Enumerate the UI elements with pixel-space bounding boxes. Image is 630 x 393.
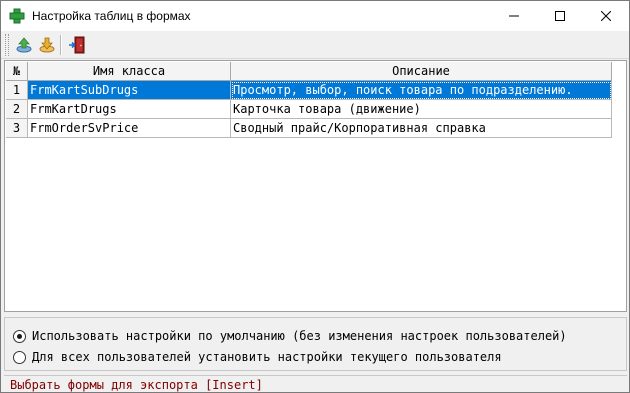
- class-name-cell[interactable]: FrmOrderSvPrice: [28, 119, 231, 138]
- toolbar-separator: [60, 35, 62, 55]
- apply-current-user-label[interactable]: Для всех пользователей установить настро…: [32, 350, 502, 364]
- column-header-number[interactable]: №: [6, 62, 28, 81]
- description-cell[interactable]: Просмотр, выбор, поиск товара по подразд…: [231, 81, 612, 100]
- forms-table[interactable]: № Имя класса Описание 1 FrmKartSubDrugs …: [4, 60, 627, 312]
- import-button[interactable]: [36, 34, 58, 56]
- window-title: Настройка таблиц в формах: [32, 9, 191, 23]
- exit-door-icon: [69, 36, 85, 54]
- column-header-class-name[interactable]: Имя класса: [28, 62, 231, 81]
- exit-button[interactable]: [66, 34, 88, 56]
- minimize-button[interactable]: [491, 1, 537, 31]
- title-bar[interactable]: Настройка таблиц в формах: [1, 1, 629, 31]
- close-button[interactable]: [583, 1, 629, 31]
- status-bar: Выбрать формы для экспорта [Insert]: [4, 375, 627, 392]
- maximize-icon: [555, 11, 565, 21]
- export-button[interactable]: [13, 34, 35, 56]
- column-header-description[interactable]: Описание: [231, 62, 612, 81]
- use-defaults-option[interactable]: Использовать настройки по умолчанию (без…: [13, 329, 567, 343]
- row-number: 2: [6, 100, 28, 119]
- use-defaults-label[interactable]: Использовать настройки по умолчанию (без…: [32, 329, 567, 343]
- use-defaults-radio[interactable]: [13, 329, 26, 343]
- description-cell[interactable]: Сводный прайс/Корпоративная справка: [231, 119, 612, 138]
- apply-current-user-radio[interactable]: [13, 350, 26, 364]
- green-cross-icon: [9, 8, 25, 24]
- toolbar-grip[interactable]: [5, 34, 9, 56]
- row-number: 1: [6, 81, 28, 100]
- class-name-cell[interactable]: FrmKartSubDrugs: [28, 81, 231, 100]
- settings-options-group: Использовать настройки по умолчанию (без…: [4, 317, 627, 371]
- import-down-icon: [39, 37, 55, 53]
- settings-window: Настройка таблиц в формах № Имя класса О…: [0, 0, 630, 393]
- export-up-icon: [16, 37, 32, 53]
- description-cell[interactable]: Карточка товара (движение): [231, 100, 612, 119]
- status-text: Выбрать формы для экспорта [Insert]: [10, 378, 263, 392]
- maximize-button[interactable]: [537, 1, 583, 31]
- minimize-icon: [509, 15, 519, 17]
- apply-current-user-option[interactable]: Для всех пользователей установить настро…: [13, 350, 502, 364]
- class-name-cell[interactable]: FrmKartDrugs: [28, 100, 231, 119]
- toolbar: [1, 31, 629, 59]
- close-icon: [601, 11, 611, 21]
- row-number: 3: [6, 119, 28, 138]
